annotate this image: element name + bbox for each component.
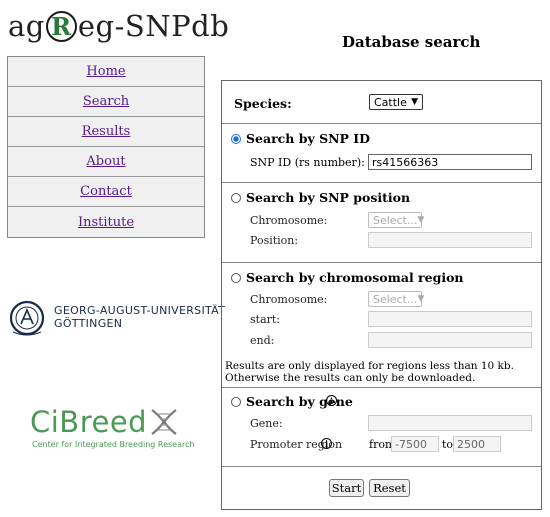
region-section: Search by chromosomal region Chromosome:… xyxy=(222,263,541,388)
buttons-section: Start Reset xyxy=(222,467,541,509)
snpid-field-label: SNP ID (rs number): xyxy=(250,156,365,169)
species-select[interactable]: Cattle ▼ xyxy=(369,94,423,110)
snpid-input-value: rs41566363 xyxy=(372,155,439,169)
snppos-radio[interactable] xyxy=(231,193,241,203)
promoter-from-value: -7500 xyxy=(395,437,427,451)
chevron-down-icon: ▼ xyxy=(417,294,425,304)
gene-radio[interactable] xyxy=(231,397,241,407)
nav-item-contact[interactable]: Contact xyxy=(8,177,204,207)
logo-suffix: eg-SNPdb xyxy=(77,9,230,43)
region-title: Search by chromosomal region xyxy=(246,270,464,285)
university-name: GEORG-AUGUST-UNIVERSITÄT GÖTTINGEN xyxy=(54,304,225,330)
university-seal-icon xyxy=(9,300,45,336)
region-note: Results are only displayed for regions l… xyxy=(225,360,514,384)
region-note-line1: Results are only displayed for regions l… xyxy=(225,360,514,372)
university-logo: GEORG-AUGUST-UNIVERSITÄT GÖTTINGEN xyxy=(8,298,225,336)
cibreed-subtitle: Center for Integrated Breeding Research xyxy=(32,440,195,449)
snppos-chrom-select-value: Select... xyxy=(373,213,418,227)
logo-prefix: ag xyxy=(8,9,45,43)
region-end-input[interactable] xyxy=(368,332,532,348)
species-select-value: Cattle xyxy=(374,95,407,109)
dna-icon xyxy=(151,409,177,435)
promoter-to-label: to xyxy=(442,438,454,451)
chevron-down-icon: ▼ xyxy=(417,215,425,225)
snpid-title: Search by SNP ID xyxy=(246,131,370,146)
promoter-to-value: 2500 xyxy=(457,437,485,451)
site-logo: ag Reg-SNPdb xyxy=(8,6,229,46)
nav-link-contact[interactable]: Contact xyxy=(80,184,132,199)
gene-section: Search by gene i Gene: Promoter region i… xyxy=(222,388,541,467)
nav-item-home[interactable]: Home xyxy=(8,57,204,87)
logo-r-circle: R xyxy=(45,10,77,42)
snppos-pos-label: Position: xyxy=(250,234,299,247)
gene-label: Gene: xyxy=(250,417,283,430)
snppos-pos-input[interactable] xyxy=(368,232,532,248)
gene-input[interactable] xyxy=(368,415,532,431)
university-name-line2: GÖTTINGEN xyxy=(54,317,123,330)
snppos-title: Search by SNP position xyxy=(246,190,411,205)
region-chrom-select[interactable]: Select... ▼ xyxy=(368,291,425,307)
nav-link-search[interactable]: Search xyxy=(83,94,129,109)
nav-item-about[interactable]: About xyxy=(8,147,204,177)
nav-link-home[interactable]: Home xyxy=(86,64,125,79)
nav-link-about[interactable]: About xyxy=(86,154,125,169)
species-label: Species: xyxy=(234,96,292,111)
reset-button[interactable]: Reset xyxy=(369,479,410,497)
search-form: Species: Cattle ▼ Search by SNP ID SNP I… xyxy=(221,80,542,510)
page-title: Database search xyxy=(342,33,481,51)
species-section: Species: Cattle ▼ xyxy=(222,81,541,124)
snppos-chrom-label: Chromosome: xyxy=(250,214,328,227)
promoter-from-input[interactable]: -7500 xyxy=(391,436,439,452)
main-nav: Home Search Results About Contact Instit… xyxy=(7,56,205,238)
info-icon[interactable]: i xyxy=(326,395,337,406)
promoter-to-input[interactable]: 2500 xyxy=(453,436,501,452)
start-button[interactable]: Start xyxy=(329,479,364,497)
region-chrom-select-value: Select... xyxy=(373,292,418,306)
region-note-line2: Otherwise the results can only be downlo… xyxy=(225,372,476,384)
snpid-section: Search by SNP ID SNP ID (rs number): rs4… xyxy=(222,124,541,183)
region-chrom-label: Chromosome: xyxy=(250,293,328,306)
region-start-label: start: xyxy=(250,313,281,326)
university-name-line1: GEORG-AUGUST-UNIVERSITÄT xyxy=(54,304,226,317)
region-start-input[interactable] xyxy=(368,311,532,327)
chevron-down-icon: ▼ xyxy=(411,97,418,107)
nav-link-institute[interactable]: Institute xyxy=(78,215,134,230)
snppos-section: Search by SNP position Chromosome: Selec… xyxy=(222,183,541,263)
nav-item-results[interactable]: Results xyxy=(8,117,204,147)
nav-item-institute[interactable]: Institute xyxy=(8,207,204,237)
nav-link-results[interactable]: Results xyxy=(82,124,131,139)
snpid-radio[interactable] xyxy=(231,134,241,144)
cibreed-logo: CiBreed Center for Integrated Breeding R… xyxy=(30,405,195,449)
region-end-label: end: xyxy=(250,334,275,347)
nav-item-search[interactable]: Search xyxy=(8,87,204,117)
snpid-input[interactable]: rs41566363 xyxy=(368,154,532,170)
info-icon[interactable]: i xyxy=(321,438,332,449)
cibreed-title: CiBreed xyxy=(30,405,148,439)
region-radio[interactable] xyxy=(231,273,241,283)
snppos-chrom-select[interactable]: Select... ▼ xyxy=(368,212,425,228)
